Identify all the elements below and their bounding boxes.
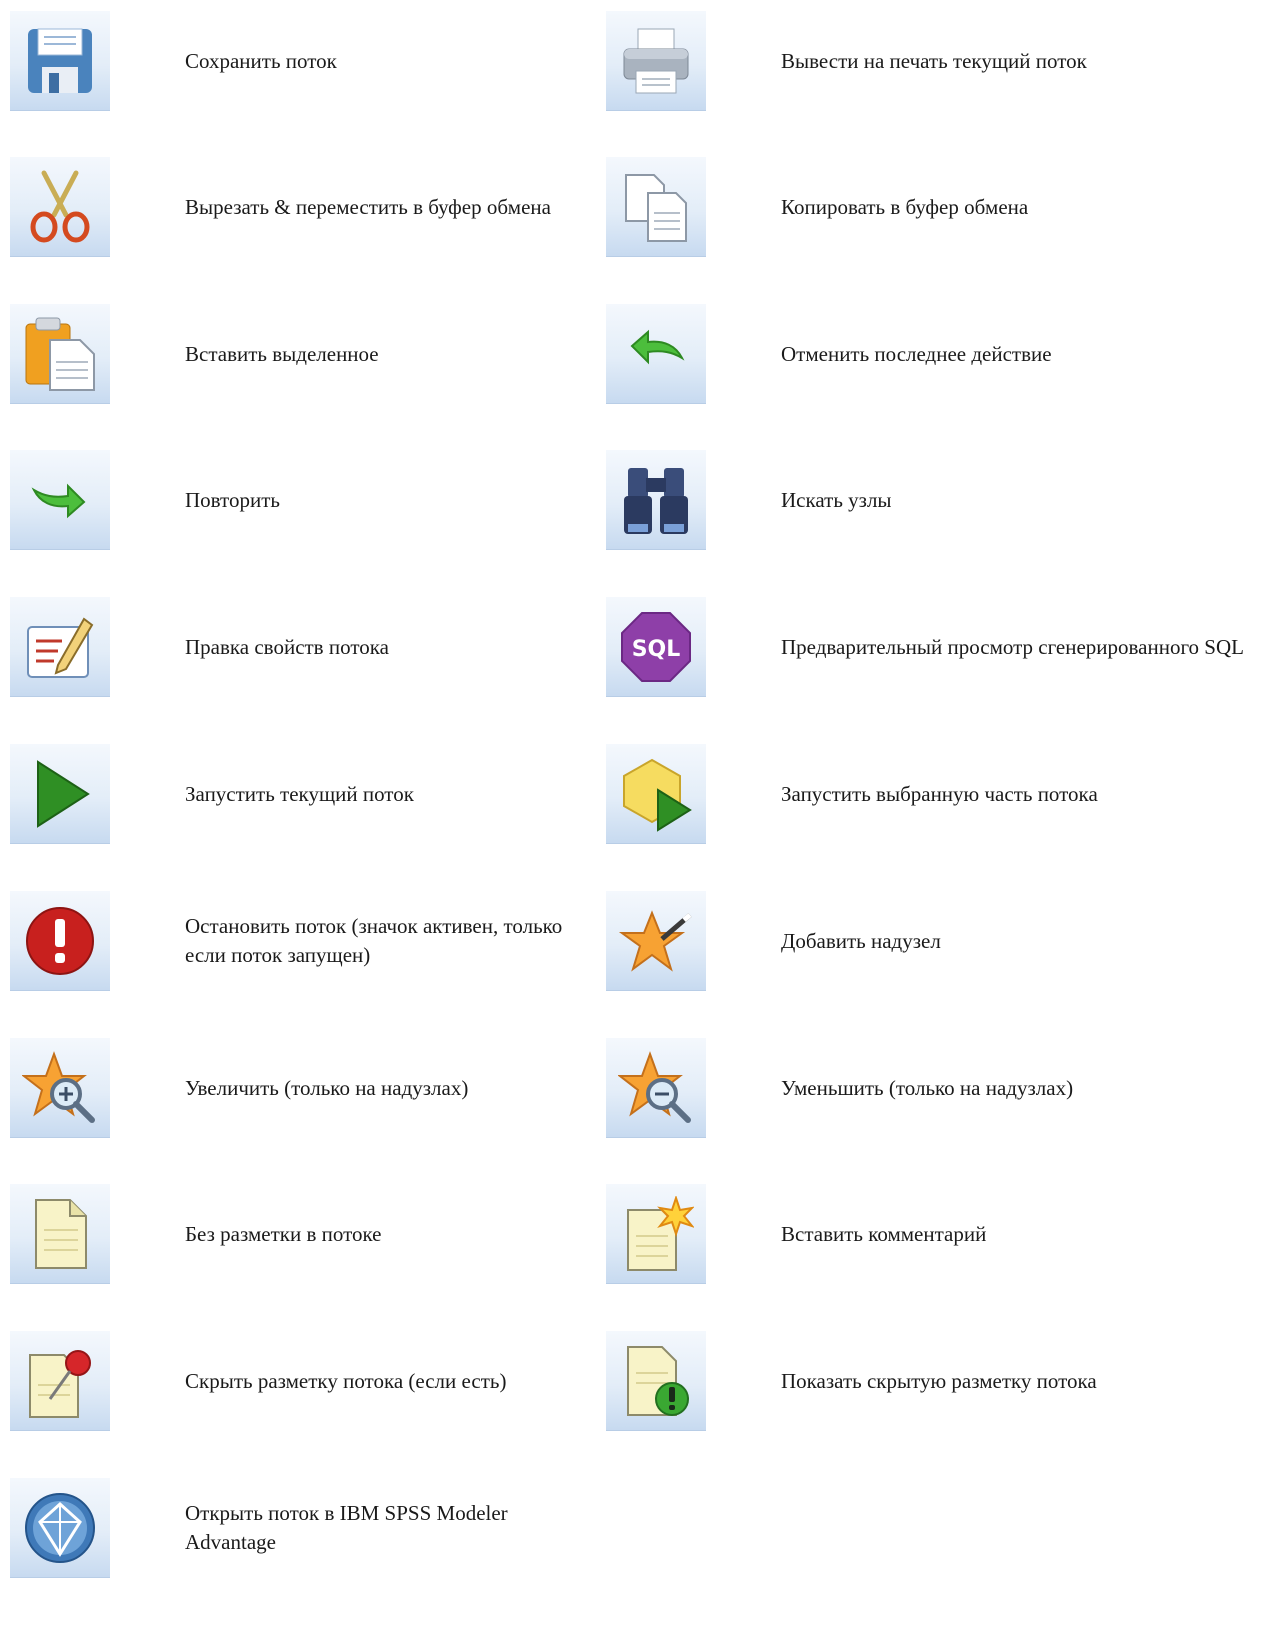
sql-icon[interactable]: SQL bbox=[606, 597, 706, 697]
show-markup-icon[interactable] bbox=[606, 1331, 706, 1431]
item-label: Отменить последнее действие bbox=[781, 341, 1052, 366]
stop-icon[interactable] bbox=[10, 891, 110, 991]
item-label: Предварительный просмотр сгенерированног… bbox=[781, 634, 1244, 659]
pin-document-icon[interactable] bbox=[10, 1331, 110, 1431]
play-icon[interactable] bbox=[10, 744, 110, 844]
item-label: Уменьшить (только на надузлах) bbox=[781, 1075, 1074, 1100]
add-supernode-icon[interactable] bbox=[606, 891, 706, 991]
edit-properties-icon[interactable] bbox=[10, 597, 110, 697]
paste-icon[interactable] bbox=[10, 304, 110, 404]
insert-comment-icon[interactable] bbox=[606, 1184, 706, 1284]
item-label: Копировать в буфер обмена bbox=[781, 194, 1029, 219]
undo-icon[interactable] bbox=[606, 304, 706, 404]
run-selection-icon[interactable] bbox=[606, 744, 706, 844]
scissors-icon[interactable] bbox=[10, 157, 110, 257]
save-icon[interactable] bbox=[10, 11, 110, 111]
item-label: Открыть поток в IBM SPSS Modeler Advanta… bbox=[185, 1501, 508, 1554]
item-label: Правка свойств потока bbox=[185, 634, 389, 659]
zoom-out-icon[interactable] bbox=[606, 1038, 706, 1138]
item-label: Искать узлы bbox=[781, 487, 892, 512]
modeler-advantage-icon[interactable] bbox=[10, 1478, 110, 1578]
zoom-in-icon[interactable] bbox=[10, 1038, 110, 1138]
redo-icon[interactable] bbox=[10, 450, 110, 550]
item-label: Повторить bbox=[185, 487, 280, 512]
item-label: Вырезать & переместить в буфер обмена bbox=[185, 194, 551, 219]
item-label: Запустить выбранную часть потока bbox=[781, 781, 1098, 806]
item-label: Вставить выделенное bbox=[185, 341, 379, 366]
item-label: Сохранить поток bbox=[185, 48, 337, 73]
blank-document-icon[interactable] bbox=[10, 1184, 110, 1284]
print-icon[interactable] bbox=[606, 11, 706, 111]
item-label: Вывести на печать текущий поток bbox=[781, 48, 1087, 73]
item-label: Скрыть разметку потока (если есть) bbox=[185, 1368, 507, 1393]
item-label: Добавить надузел bbox=[781, 928, 941, 953]
binoculars-icon[interactable] bbox=[606, 450, 706, 550]
item-label: Увеличить (только на надузлах) bbox=[185, 1075, 469, 1100]
item-label: Вставить комментарий bbox=[781, 1221, 987, 1246]
item-label: Остановить поток (значок активен, только… bbox=[185, 914, 563, 967]
item-label: Показать скрытую разметку потока bbox=[781, 1368, 1097, 1393]
item-label: Без разметки в потоке bbox=[185, 1221, 382, 1246]
item-label: Запустить текущий поток bbox=[185, 781, 414, 806]
svg-text:SQL: SQL bbox=[632, 637, 681, 662]
copy-icon[interactable] bbox=[606, 157, 706, 257]
